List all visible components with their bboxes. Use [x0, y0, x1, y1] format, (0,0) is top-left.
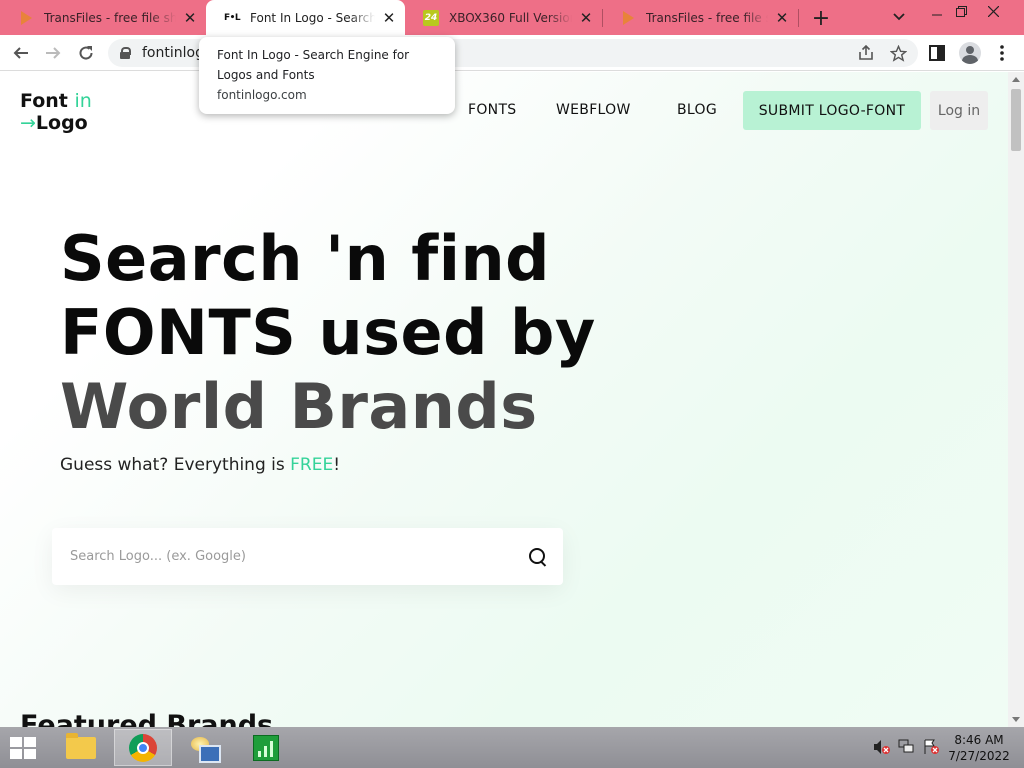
chrome-icon[interactable] — [114, 729, 172, 766]
nav-fonts[interactable]: FONTS — [468, 102, 516, 118]
subline-suffix: ! — [333, 455, 341, 475]
more-menu-icon[interactable] — [989, 40, 1015, 66]
close-icon[interactable]: ✕ — [578, 9, 594, 27]
browser-toolbar: fontinlogo.com — [0, 35, 1024, 71]
scroll-up-icon[interactable] — [1012, 77, 1020, 82]
hover-card-url: fontinlogo.com — [217, 88, 307, 102]
side-panel-icon[interactable] — [924, 40, 950, 66]
search-icon[interactable] — [529, 548, 547, 566]
window-close-icon[interactable] — [978, 0, 1008, 22]
tab-title: Font In Logo - Search Engine for Logos a… — [250, 10, 375, 25]
fontinlogo-favicon-icon: F•L — [223, 12, 241, 23]
hero-heading: Search 'n find FONTS used by World Brand… — [60, 222, 596, 444]
network-status-icon[interactable] — [898, 739, 916, 758]
hover-card-title: Font In Logo - Search Engine for Logos a… — [217, 48, 410, 82]
login-button[interactable]: Log in — [930, 91, 988, 130]
submit-logo-font-button[interactable]: SUBMIT LOGO-FONT — [743, 91, 921, 130]
reload-icon[interactable] — [73, 40, 99, 66]
clock-date: 7/27/2022 — [948, 749, 1010, 763]
tab-hover-card: Font In Logo - Search Engine for Logos a… — [199, 37, 455, 114]
tab-title: TransFiles - free file sharing — [44, 10, 176, 25]
browser-tab-strip: TransFiles - free file sharing ✕ F•L Fon… — [0, 0, 1024, 35]
nav-blog[interactable]: BLOG — [677, 102, 717, 118]
back-icon[interactable] — [8, 40, 34, 66]
bookmark-star-icon[interactable] — [885, 40, 911, 66]
nav-webflow[interactable]: WEBFLOW — [556, 102, 631, 118]
clock-time: 8:46 AM — [954, 733, 1004, 747]
restore-icon[interactable] — [946, 0, 976, 22]
logo-search-input[interactable] — [70, 549, 490, 564]
share-icon[interactable] — [853, 40, 879, 66]
scrollbar-thumb[interactable] — [1011, 89, 1021, 151]
transfiles-favicon-icon — [620, 10, 636, 26]
transfiles-favicon-icon — [18, 10, 34, 26]
subline-text: Guess what? Everything is — [60, 455, 291, 475]
new-tab-button[interactable]: + — [808, 5, 834, 31]
stock-app-icon[interactable] — [237, 729, 295, 766]
tab-fontinlogo[interactable]: F•L Font In Logo - Search Engine for Log… — [206, 0, 405, 35]
tab-search-chevron-icon[interactable] — [888, 6, 910, 28]
scroll-down-icon[interactable] — [1012, 717, 1020, 722]
action-center-icon[interactable] — [922, 739, 940, 758]
tab-title: TransFiles - free file sharing — [646, 10, 768, 25]
profile-avatar-icon[interactable] — [957, 40, 983, 66]
windows-taskbar: 8:46 AM 7/27/2022 — [0, 727, 1024, 768]
logo-search-box — [52, 528, 563, 585]
tab-xbox360[interactable]: 24 XBOX360 Full Version - iso ✕ — [405, 0, 602, 35]
hero-line-2: FONTS used by — [60, 296, 596, 369]
forward-icon[interactable] — [40, 40, 66, 66]
file-explorer-icon[interactable] — [52, 729, 110, 766]
close-icon[interactable]: ✕ — [774, 9, 790, 27]
tab-title: XBOX360 Full Version - iso — [449, 10, 572, 25]
tab-transfiles-1[interactable]: TransFiles - free file sharing ✕ — [0, 0, 206, 35]
taskbar-clock[interactable]: 8:46 AM 7/27/2022 — [946, 732, 1012, 764]
logo-word-in: in — [74, 90, 92, 112]
24-favicon-icon: 24 — [423, 9, 439, 26]
close-icon[interactable]: ✕ — [182, 9, 198, 27]
hero-line-3: World Brands — [60, 370, 538, 443]
logo-word-font: Font — [20, 90, 68, 112]
page-viewport: Font in →Logo LOGOTYPE LOGOS FONTS WEBFL… — [0, 72, 1008, 727]
site-logo[interactable]: Font in →Logo — [20, 90, 92, 134]
page-scrollbar[interactable] — [1008, 72, 1024, 727]
tab-transfiles-2[interactable]: TransFiles - free file sharing ✕ — [602, 0, 798, 35]
hero-subline: Guess what? Everything is FREE! — [60, 455, 340, 475]
tab-separator — [798, 9, 799, 27]
close-icon[interactable]: ✕ — [381, 9, 397, 27]
hero-line-1: Search 'n find — [60, 222, 551, 295]
subline-free: FREE — [290, 455, 334, 475]
logo-arrow-icon: → — [20, 112, 36, 134]
logo-word-logo: Logo — [35, 112, 88, 134]
featured-brands-heading: Featured Brands — [20, 710, 274, 727]
volume-muted-icon[interactable] — [873, 739, 891, 758]
windows-start-icon[interactable] — [6, 735, 40, 761]
lock-icon — [120, 47, 131, 59]
network-app-icon[interactable] — [175, 729, 233, 766]
